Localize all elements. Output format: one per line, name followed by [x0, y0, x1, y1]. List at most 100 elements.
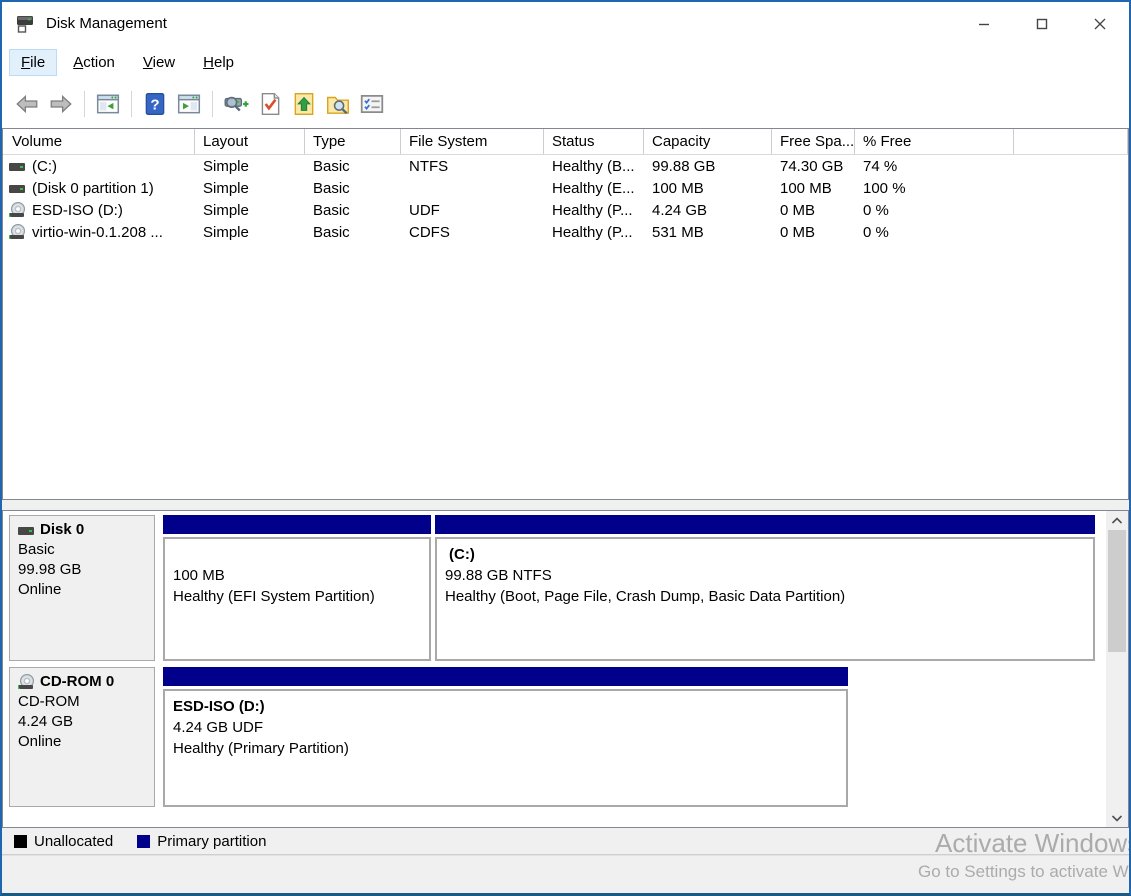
- partition-color-bar: [163, 515, 431, 534]
- rescan-disks-button[interactable]: [219, 88, 253, 120]
- cell-capacity: 100 MB: [652, 180, 704, 197]
- up-folder-icon: [291, 91, 317, 117]
- cell-free-space: 0 MB: [780, 224, 815, 241]
- cell-capacity: 4.24 GB: [652, 202, 707, 219]
- column-header-status[interactable]: Status: [544, 129, 644, 154]
- scroll-up-button[interactable]: [1106, 511, 1128, 530]
- cdrom-icon: [18, 674, 36, 690]
- forward-button[interactable]: [44, 88, 78, 120]
- cdrom-0-label-panel[interactable]: CD-ROM 0 CD-ROM 4.24 GB Online: [9, 667, 155, 807]
- menu-file[interactable]: File: [10, 50, 56, 75]
- toolbar-separator: [131, 91, 132, 117]
- back-icon: [14, 91, 40, 117]
- legend-bar: Unallocated Primary partition: [2, 828, 1129, 855]
- close-button[interactable]: [1071, 2, 1129, 45]
- up-one-level-button[interactable]: [287, 88, 321, 120]
- show-console-tree-button[interactable]: [91, 88, 125, 120]
- cell-status: Healthy (P...: [552, 224, 633, 241]
- help-button[interactable]: ?: [138, 88, 172, 120]
- cell-free-space: 100 MB: [780, 180, 832, 197]
- scroll-down-button[interactable]: [1106, 808, 1128, 827]
- menu-help[interactable]: Help: [192, 50, 245, 75]
- help-icon: ?: [142, 91, 168, 117]
- partition-c[interactable]: (C:) 99.88 GB NTFS Healthy (Boot, Page F…: [435, 515, 1095, 661]
- menu-view[interactable]: View: [132, 50, 186, 75]
- primary-partition-swatch: [137, 835, 150, 848]
- table-row[interactable]: (Disk 0 partition 1) Simple Basic Health…: [3, 177, 1128, 199]
- table-row[interactable]: ESD-ISO (D:) Simple Basic UDF Healthy (P…: [3, 199, 1128, 221]
- maximize-button[interactable]: [1013, 2, 1071, 45]
- disk-management-window: Disk Management File Action View Help: [0, 0, 1131, 896]
- column-header-pct-free[interactable]: % Free: [855, 129, 1014, 154]
- partition-box: ESD-ISO (D:) 4.24 GB UDF Healthy (Primar…: [163, 689, 848, 807]
- cell-capacity: 99.88 GB: [652, 158, 715, 175]
- column-header-layout[interactable]: Layout: [195, 129, 305, 154]
- details-button[interactable]: [355, 88, 389, 120]
- partition-status: Healthy (Primary Partition): [173, 738, 838, 759]
- column-header-capacity[interactable]: Capacity: [644, 129, 772, 154]
- disk-0-label-panel[interactable]: Disk 0 Basic 99.98 GB Online: [9, 515, 155, 661]
- caption-buttons: [955, 2, 1129, 45]
- cell-volume: ESD-ISO (D:): [32, 202, 123, 219]
- close-icon: [1094, 18, 1106, 30]
- cell-volume: (C:): [32, 158, 57, 175]
- cell-pct-free: 0 %: [863, 224, 889, 241]
- partition-esd-iso[interactable]: ESD-ISO (D:) 4.24 GB UDF Healthy (Primar…: [163, 667, 848, 807]
- minimize-button[interactable]: [955, 2, 1013, 45]
- column-header-file-system[interactable]: File System: [401, 129, 544, 154]
- svg-text:?: ?: [150, 96, 159, 113]
- find-button[interactable]: [321, 88, 355, 120]
- partition-label: ESD-ISO (D:): [173, 696, 838, 717]
- vertical-scrollbar[interactable]: [1106, 511, 1128, 827]
- show-action-pane-button[interactable]: [172, 88, 206, 120]
- column-header-free-space[interactable]: Free Spa...: [772, 129, 855, 154]
- partition-color-bar: [163, 667, 848, 686]
- action-pane-icon: [176, 91, 202, 117]
- legend-primary-partition: Primary partition: [137, 833, 266, 850]
- cdrom-type: CD-ROM: [18, 692, 146, 712]
- cell-layout: Simple: [203, 158, 249, 175]
- cell-pct-free: 100 %: [863, 180, 906, 197]
- volume-table-body: (C:) Simple Basic NTFS Healthy (B... 99.…: [3, 155, 1128, 243]
- column-header-blank[interactable]: [1014, 129, 1128, 154]
- partition-label: (C:): [445, 544, 1085, 565]
- volume-icon: [9, 202, 27, 218]
- cell-pct-free: 0 %: [863, 202, 889, 219]
- cell-free-space: 74.30 GB: [780, 158, 843, 175]
- disk-0-partitions: 100 MB Healthy (EFI System Partition) (C…: [163, 515, 1095, 661]
- unallocated-swatch: [14, 835, 27, 848]
- partition-size: 99.88 GB NTFS: [445, 565, 1085, 586]
- check-disk-icon: [257, 91, 283, 117]
- minimize-icon: [978, 18, 990, 30]
- pane-splitter[interactable]: [2, 500, 1129, 510]
- cell-capacity: 531 MB: [652, 224, 704, 241]
- console-tree-icon: [95, 91, 121, 117]
- legend-label: Unallocated: [34, 833, 113, 850]
- details-checklist-icon: [359, 91, 385, 117]
- titlebar: Disk Management: [2, 2, 1129, 45]
- partition-color-bar: [435, 515, 1095, 534]
- volume-icon: [9, 158, 27, 174]
- back-button[interactable]: [10, 88, 44, 120]
- graphical-view-pane: Disk 0 Basic 99.98 GB Online 100 MB Heal…: [2, 510, 1129, 828]
- partition-efi[interactable]: 100 MB Healthy (EFI System Partition): [163, 515, 431, 661]
- menu-action[interactable]: Action: [62, 50, 126, 75]
- cell-file-system: NTFS: [409, 158, 448, 175]
- column-header-volume[interactable]: Volume: [3, 129, 195, 154]
- scrollbar-thumb[interactable]: [1108, 530, 1126, 652]
- window-title: Disk Management: [46, 15, 167, 32]
- disk-size: 99.98 GB: [18, 560, 146, 580]
- scrollbar-track[interactable]: [1106, 530, 1128, 808]
- table-row[interactable]: virtio-win-0.1.208 ... Simple Basic CDFS…: [3, 221, 1128, 243]
- column-header-type[interactable]: Type: [305, 129, 401, 154]
- disk-management-app-icon: [14, 13, 36, 35]
- check-disk-button[interactable]: [253, 88, 287, 120]
- cell-status: Healthy (E...: [552, 180, 635, 197]
- partition-box: (C:) 99.88 GB NTFS Healthy (Boot, Page F…: [435, 537, 1095, 661]
- volume-icon: [9, 224, 27, 240]
- cdrom-0-row: CD-ROM 0 CD-ROM 4.24 GB Online ESD-ISO (…: [9, 667, 1100, 807]
- toolbar-separator: [84, 91, 85, 117]
- cell-pct-free: 74 %: [863, 158, 897, 175]
- table-row[interactable]: (C:) Simple Basic NTFS Healthy (B... 99.…: [3, 155, 1128, 177]
- cdrom-status: Online: [18, 732, 146, 752]
